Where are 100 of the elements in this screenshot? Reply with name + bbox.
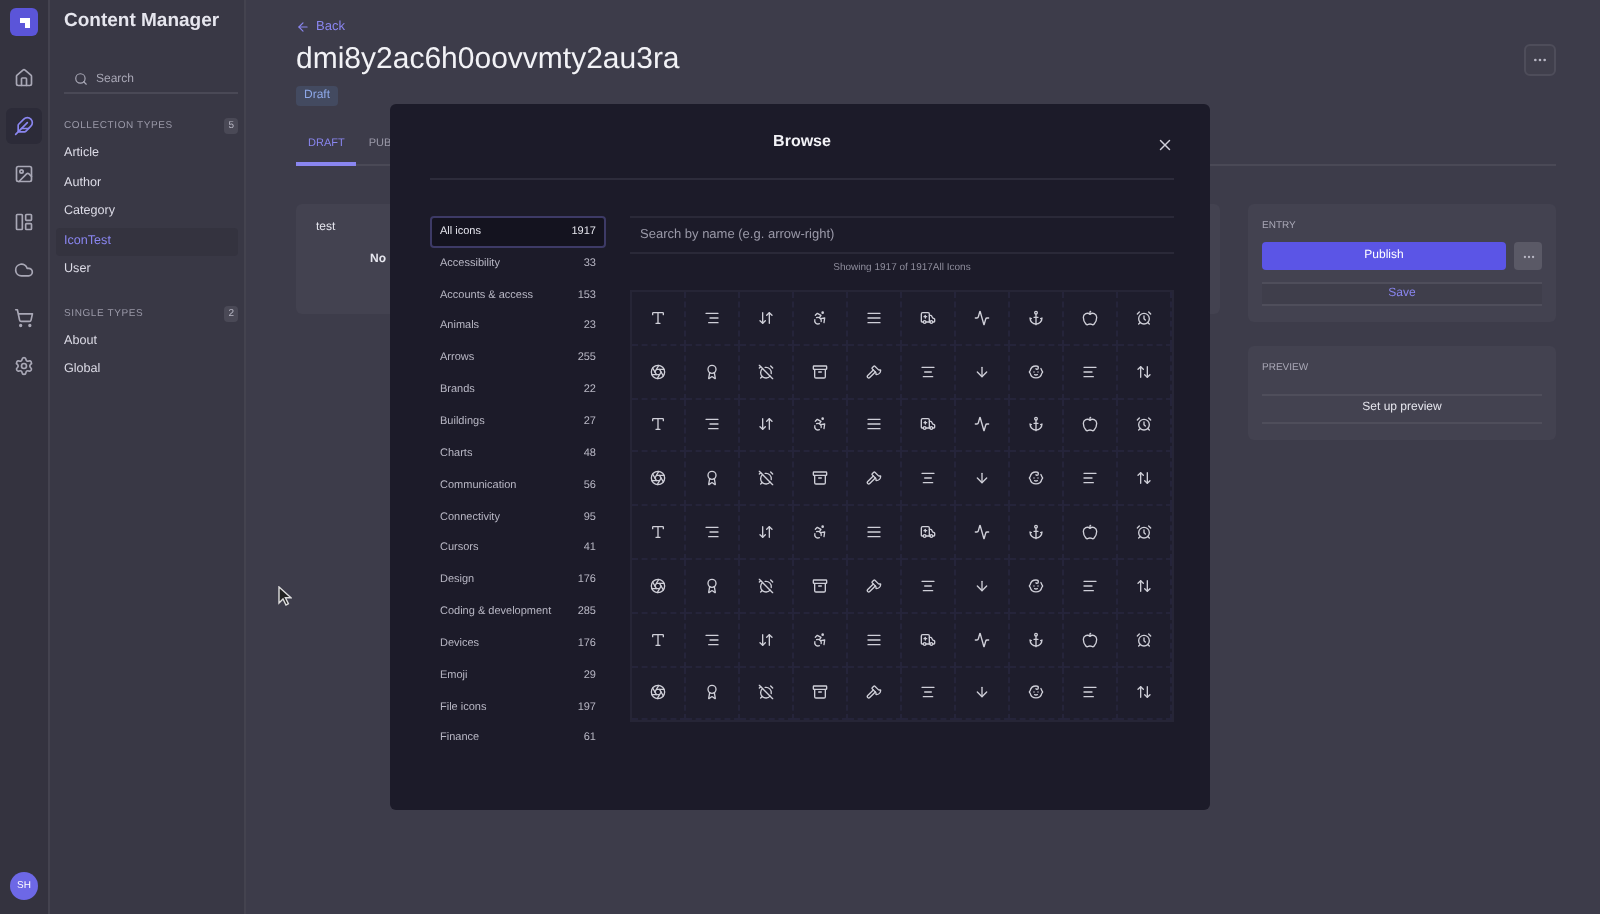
align-left-icon <box>1082 470 1098 487</box>
close-button[interactable] <box>1154 134 1174 154</box>
home-icon <box>14 68 34 88</box>
align-justify-icon <box>866 416 882 433</box>
ambulance-icon <box>920 524 936 541</box>
down-up-arrows-icon <box>758 524 774 541</box>
icon-option[interactable] <box>1010 613 1064 668</box>
icon-option[interactable] <box>1118 292 1172 346</box>
axe-icon <box>866 577 882 594</box>
apple-icon <box>1082 524 1098 541</box>
icon-option[interactable] <box>1010 559 1064 614</box>
icon-option[interactable] <box>848 559 902 614</box>
anchor-icon <box>1028 416 1044 433</box>
apple-icon <box>1082 631 1098 648</box>
text-icon <box>650 631 666 648</box>
up-down-arrows-icon <box>1136 577 1152 594</box>
image-icon <box>14 164 34 184</box>
aperture-icon <box>650 684 666 701</box>
apple-icon <box>1082 416 1098 433</box>
icon-option[interactable] <box>1010 292 1064 346</box>
aperture-icon <box>650 577 666 594</box>
ambulance-icon <box>920 309 936 326</box>
alarm-clock-icon <box>1136 309 1152 326</box>
icon-option[interactable] <box>794 345 848 400</box>
ambulance-icon <box>920 631 936 648</box>
alarm-clock-off-icon <box>758 684 774 701</box>
icon-option[interactable] <box>794 452 848 507</box>
baby-icon <box>1028 684 1044 701</box>
settings-icon <box>14 356 34 376</box>
icon-option[interactable] <box>632 345 686 400</box>
alarm-clock-icon <box>1136 524 1152 541</box>
icon-option[interactable] <box>740 559 794 614</box>
text-icon <box>650 309 666 326</box>
down-up-arrows-icon <box>758 309 774 326</box>
cloud-icon <box>14 260 34 280</box>
align-right-icon <box>704 631 720 648</box>
aperture-icon <box>650 470 666 487</box>
icon-option[interactable] <box>632 559 686 614</box>
align-center-icon <box>920 363 936 380</box>
icon-option[interactable] <box>1118 506 1172 560</box>
icon-option[interactable] <box>902 292 956 346</box>
icon-option[interactable] <box>902 506 956 560</box>
sidebar-title: Content Manager <box>64 10 222 36</box>
baby-icon <box>1028 363 1044 380</box>
icon-option[interactable] <box>740 452 794 507</box>
up-down-arrows-icon <box>1136 684 1152 701</box>
icon-option[interactable] <box>1118 613 1172 668</box>
icon-option[interactable] <box>1010 452 1064 507</box>
text-icon <box>650 416 666 433</box>
pulse-icon <box>974 416 990 433</box>
align-right-icon <box>704 309 720 326</box>
align-right-icon <box>704 524 720 541</box>
align-justify-icon <box>866 631 882 648</box>
accessibility-icon <box>812 524 828 541</box>
icon-option[interactable] <box>794 559 848 614</box>
accessibility-icon <box>812 416 828 433</box>
icon-option[interactable] <box>848 667 902 721</box>
icon-option[interactable] <box>1010 667 1064 721</box>
icon-option[interactable] <box>902 613 956 668</box>
align-left-icon <box>1082 684 1098 701</box>
align-right-icon <box>704 416 720 433</box>
down-arrow-icon <box>974 577 990 594</box>
feather-icon <box>14 116 34 136</box>
icon-option[interactable] <box>1010 399 1064 453</box>
pulse-icon <box>974 524 990 541</box>
anchor-icon <box>1028 524 1044 541</box>
icon-option[interactable] <box>794 667 848 721</box>
text-icon <box>650 524 666 541</box>
dialog-title: Browse <box>773 132 831 150</box>
down-arrow-icon <box>974 684 990 701</box>
down-up-arrows-icon <box>758 631 774 648</box>
align-left-icon <box>1082 363 1098 380</box>
icon-option[interactable] <box>848 452 902 507</box>
anchor-icon <box>1028 309 1044 326</box>
archive-icon <box>812 470 828 487</box>
nav-button[interactable] <box>6 108 42 144</box>
icon-option[interactable] <box>848 345 902 400</box>
down-up-arrows-icon <box>758 416 774 433</box>
cart-icon <box>14 308 34 328</box>
icon-option[interactable] <box>740 667 794 721</box>
icon-option[interactable] <box>740 345 794 400</box>
align-justify-icon <box>866 524 882 541</box>
accessibility-icon <box>812 309 828 326</box>
align-center-icon <box>920 684 936 701</box>
icon-option[interactable] <box>902 399 956 453</box>
alarm-clock-icon <box>1136 631 1152 648</box>
pulse-icon <box>974 309 990 326</box>
alarm-clock-icon <box>1136 416 1152 433</box>
icon-option[interactable] <box>632 452 686 507</box>
axe-icon <box>866 470 882 487</box>
layout-icon <box>14 212 34 232</box>
close-icon <box>1155 135 1173 153</box>
left-arrow-icon <box>296 19 310 33</box>
icon-option[interactable] <box>632 667 686 721</box>
archive-icon <box>812 363 828 380</box>
icon-option[interactable] <box>1010 506 1064 560</box>
archive-icon <box>812 577 828 594</box>
award-icon <box>704 684 720 701</box>
icon-option[interactable] <box>1010 345 1064 400</box>
icon-option[interactable] <box>1118 399 1172 453</box>
